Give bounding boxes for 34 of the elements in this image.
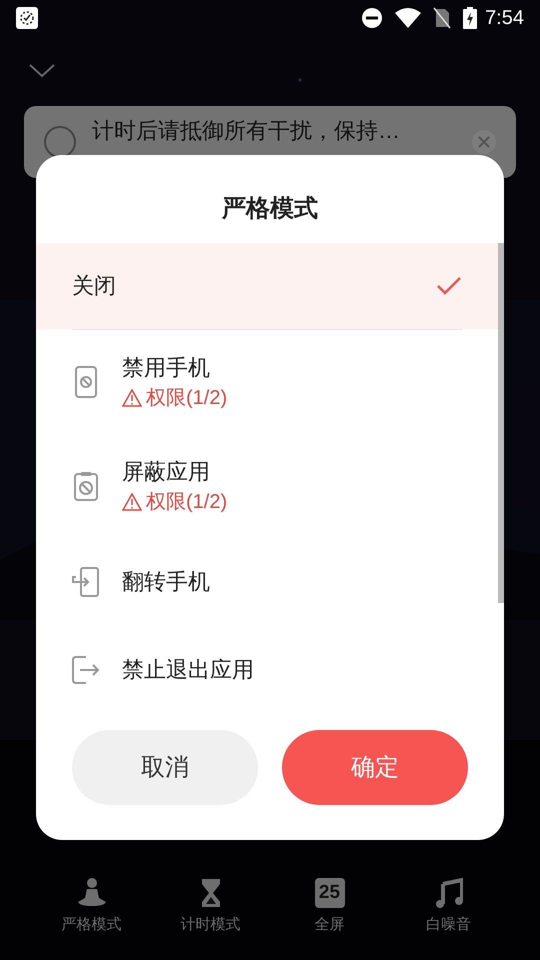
wifi-icon	[395, 8, 422, 28]
nav-tab[interactable]: 25 全屏	[290, 878, 370, 960]
mode-option[interactable]: 关闭	[36, 243, 498, 329]
option-label: 禁止退出应用	[122, 656, 255, 684]
cancel-button[interactable]: 取消	[72, 730, 258, 805]
no-sim-icon	[433, 7, 452, 29]
close-icon[interactable]	[472, 130, 496, 154]
meditation-icon	[76, 878, 108, 908]
flip-clock-icon: 25	[314, 878, 344, 908]
status-time: 7:54	[485, 6, 524, 31]
checkmark-icon	[436, 276, 462, 296]
phone-enter-icon	[72, 567, 100, 597]
exit-icon	[72, 656, 100, 684]
do-not-disturb-icon	[361, 7, 384, 29]
hourglass-icon	[200, 878, 220, 908]
option-label: 禁用手机	[122, 354, 211, 382]
nav-tab[interactable]: 计时模式	[170, 878, 250, 960]
battery-icon	[463, 7, 478, 29]
option-label: 屏蔽应用	[122, 458, 211, 486]
clipboard-block-icon	[74, 471, 98, 501]
dialog-title: 严格模式	[220, 194, 319, 224]
nav-tab[interactable]: 严格模式	[52, 878, 132, 960]
music-note-icon	[434, 878, 462, 908]
option-label: 翻转手机	[122, 568, 211, 596]
nav-tab[interactable]: 白噪音	[408, 878, 488, 960]
clock-app-icon	[16, 7, 38, 29]
warning-icon	[122, 493, 142, 511]
phone-block-icon	[75, 366, 97, 398]
permission-warning: 权限(1/2)	[146, 386, 228, 410]
permission-warning: 权限(1/2)	[146, 490, 228, 514]
task-text: 计时后请抵御所有干扰，保持…	[92, 117, 401, 145]
warning-icon	[122, 389, 142, 407]
collapse-chevron-icon[interactable]	[28, 63, 56, 79]
option-label: 关闭	[72, 272, 117, 300]
